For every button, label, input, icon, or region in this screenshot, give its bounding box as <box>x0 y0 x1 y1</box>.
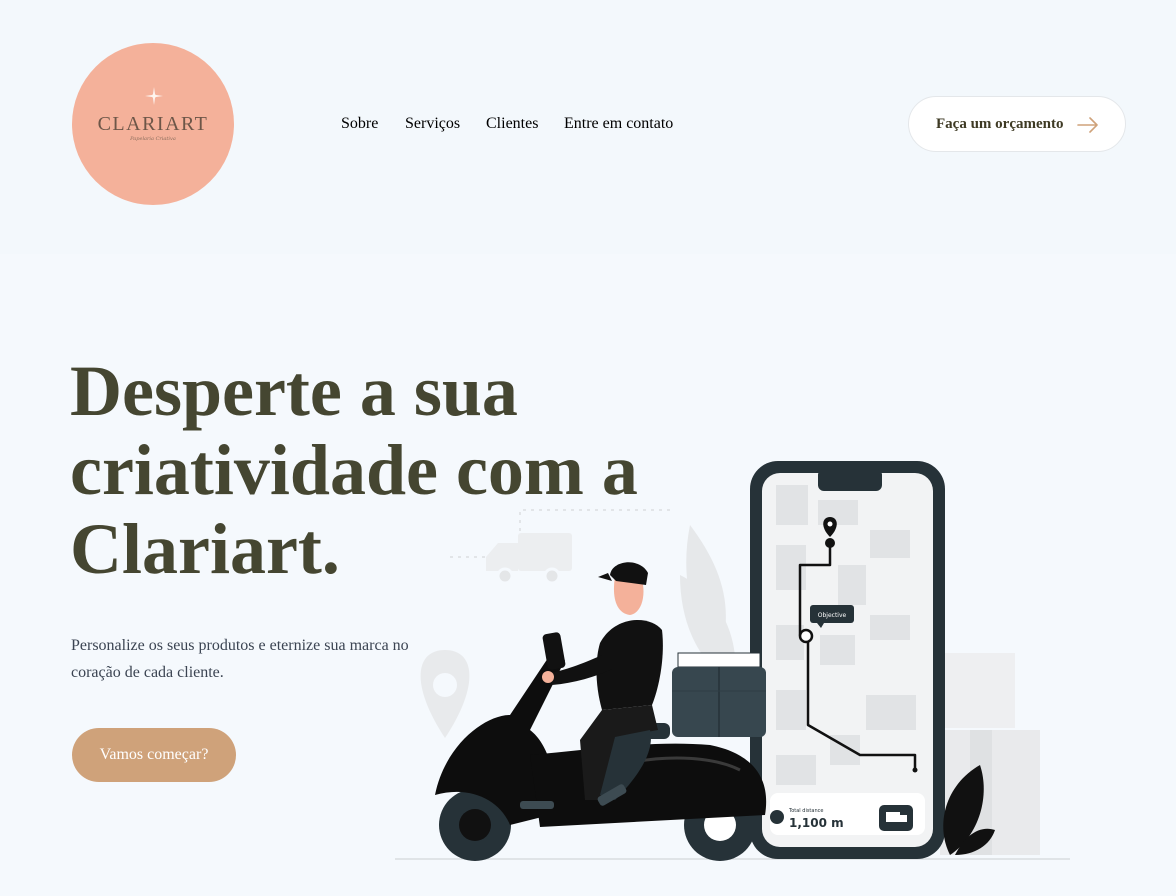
distance-value: 1,100 m <box>789 816 844 830</box>
site-header: CLARIART Papelaria Criativa Sobre Serviç… <box>0 0 1176 254</box>
delivery-illustration: Objective Total distance 1,100 m <box>395 461 1070 861</box>
delivery-box-icon <box>672 652 766 737</box>
logo-name: CLARIART <box>97 113 209 135</box>
nav-link-clientes[interactable]: Clientes <box>486 115 538 133</box>
nav-link-sobre[interactable]: Sobre <box>341 115 378 133</box>
get-started-button[interactable]: Vamos começar? <box>72 728 236 782</box>
quote-button[interactable]: Faça um orçamento <box>908 96 1126 152</box>
nav-link-servicos[interactable]: Serviços <box>405 115 460 133</box>
nav-link-contato[interactable]: Entre em contato <box>564 115 673 133</box>
arrow-right-icon <box>1077 117 1098 133</box>
landing-page: CLARIART Papelaria Criativa Sobre Serviç… <box>0 0 1176 896</box>
smartphone: Objective Total distance 1,100 m <box>750 461 945 859</box>
logo-tagline: Papelaria Criativa <box>130 136 176 142</box>
sparkle-icon <box>145 87 163 105</box>
map-tooltip: Objective <box>818 612 847 619</box>
truck-icon <box>486 533 572 585</box>
distance-label: Total distance <box>788 808 823 814</box>
hero-description: Personalize os seus produtos e eternize … <box>71 637 409 681</box>
map-pin-icon <box>420 650 470 738</box>
clariart-logo[interactable]: CLARIART Papelaria Criativa <box>72 43 234 205</box>
quote-button-label: Faça um orçamento <box>936 116 1064 132</box>
